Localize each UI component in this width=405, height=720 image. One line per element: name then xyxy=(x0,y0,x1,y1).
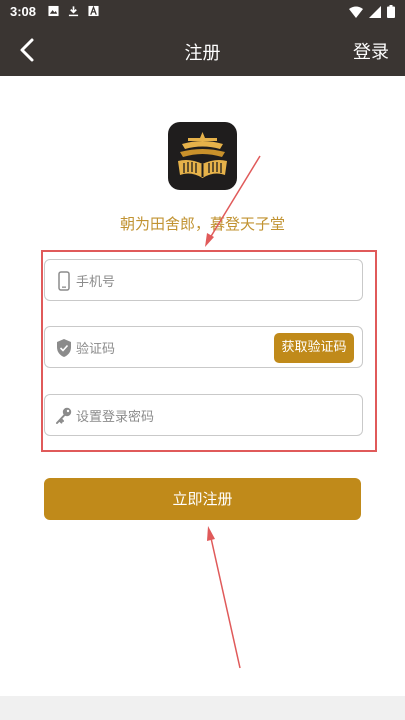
status-icons-left xyxy=(48,5,99,17)
bottom-bar xyxy=(0,696,405,720)
wifi-icon xyxy=(349,6,363,18)
code-placeholder: 验证码 xyxy=(76,342,116,357)
page-title: 注册 xyxy=(184,43,221,64)
phone-icon xyxy=(58,271,70,291)
verification-code-input[interactable]: 验证码 获取验证码 xyxy=(44,326,363,368)
phone-input[interactable]: 手机号 xyxy=(44,259,363,301)
app-bar: 注册 登录 xyxy=(0,24,405,76)
phone-placeholder: 手机号 xyxy=(76,275,116,290)
register-button[interactable]: 立即注册 xyxy=(44,478,361,520)
status-time: 3:08 xyxy=(10,4,37,19)
login-link[interactable]: 登录 xyxy=(353,38,389,64)
password-placeholder: 设置登录密码 xyxy=(76,410,155,425)
status-icons-right xyxy=(349,5,395,18)
status-bar: 3:08 xyxy=(0,0,405,24)
battery-icon xyxy=(387,5,395,18)
app-logo xyxy=(168,122,237,190)
signal-icon xyxy=(369,5,381,18)
slogan: 朝为田舍郎，暮登天子堂 xyxy=(119,215,285,233)
annotation-arrow-bottom xyxy=(207,526,241,669)
key-icon xyxy=(56,407,72,424)
font-icon xyxy=(88,5,99,17)
password-input[interactable]: 设置登录密码 xyxy=(44,394,363,436)
get-code-button[interactable]: 获取验证码 xyxy=(274,333,354,363)
shield-icon xyxy=(57,339,71,357)
app-logo-icon xyxy=(178,132,227,178)
download-icon xyxy=(68,6,79,17)
image-icon xyxy=(48,5,59,17)
